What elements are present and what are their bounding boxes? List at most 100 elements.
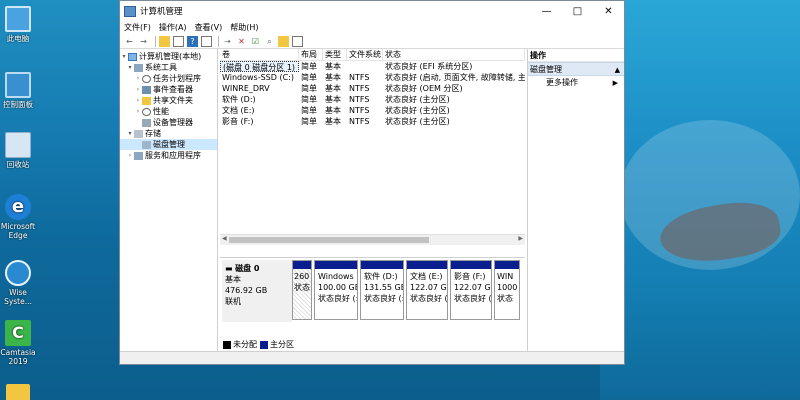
menu-view[interactable]: 查看(V) <box>195 22 223 33</box>
folder-icon[interactable] <box>278 35 289 47</box>
partition-media[interactable]: 影音 (F:) 122.07 GB 状态良好 (: <box>450 260 492 320</box>
folder-icon[interactable] <box>6 384 30 400</box>
partition-bar <box>495 261 519 269</box>
tree-item-shared-folders[interactable]: › 共享文件夹 <box>120 95 217 106</box>
help-icon[interactable]: ? <box>187 35 198 47</box>
expand-toggle[interactable]: › <box>134 84 142 95</box>
back-icon[interactable]: ← <box>124 36 135 47</box>
tree-item-disk-management[interactable]: 磁盘管理 <box>120 139 217 150</box>
tree-item-label: 事件查看器 <box>153 85 193 94</box>
scroll-right-icon[interactable]: ▶ <box>518 235 523 242</box>
table-row[interactable]: 软件 (D:) 简单 基本 NTFS 状态良好 (主分区) <box>220 94 525 105</box>
expand-toggle[interactable]: ▾ <box>120 51 128 62</box>
more-actions-item[interactable]: 更多操作 ▶ <box>528 76 624 90</box>
desktop-icon-label: 控制面板 <box>3 100 33 109</box>
expand-toggle[interactable]: ▾ <box>126 62 134 73</box>
main-content: ▾ 计算机管理(本地) ▾ 系统工具 › 任务计划程序 › 事件查看器 › 共享… <box>120 49 624 351</box>
column-header-filesystem[interactable]: 文件系统 <box>347 49 383 60</box>
delete-icon[interactable]: ✕ <box>236 36 247 47</box>
volume-filesystem <box>347 61 383 72</box>
table-row[interactable]: (磁盘 0 磁盘分区 1) 简单 基本 状态良好 (EFI 系统分区) <box>220 61 525 72</box>
desktop-icon-edge[interactable]: e Microsoft Edge <box>0 194 36 240</box>
tools-icon <box>134 63 143 72</box>
volume-status: 状态良好 (主分区) <box>385 117 450 126</box>
device-manager-icon <box>142 118 151 127</box>
desktop-icon-this-pc[interactable]: 此电脑 <box>0 6 36 43</box>
partition-software[interactable]: 软件 (D:) 131.55 GB 状态良好 (: <box>360 260 404 320</box>
volume-layout: 简单 <box>301 73 317 82</box>
window-controls: — □ ✕ <box>531 1 624 21</box>
services-icon <box>134 151 143 160</box>
desktop-icon-wise-system[interactable]: Wise Syste... <box>0 260 36 306</box>
tree-item-performance[interactable]: › 性能 <box>120 106 217 117</box>
folder-up-icon[interactable] <box>159 35 170 47</box>
partition-documents[interactable]: 文档 (E:) 122.07 GB 状态良好 (: <box>406 260 448 320</box>
desktop-icon-control-panel[interactable]: 控制面板 <box>0 72 36 109</box>
scroll-left-icon[interactable]: ◀ <box>222 235 227 242</box>
disk-info[interactable]: ▬ 磁盘 0 基本 476.92 GB 联机 <box>222 260 292 322</box>
tree-item-task-scheduler[interactable]: › 任务计划程序 <box>120 73 217 84</box>
grid-view-icon[interactable] <box>201 35 212 47</box>
tree-item-label: 磁盘管理 <box>153 140 185 149</box>
volume-table-header: 卷 布局 类型 文件系统 状态 <box>220 49 525 61</box>
table-row[interactable]: 影音 (F:) 简单 基本 NTFS 状态良好 (主分区) <box>220 116 525 127</box>
column-header-layout[interactable]: 布局 <box>299 49 323 60</box>
volume-layout: 简单 <box>301 84 317 93</box>
partition-size: 1000 <box>497 283 518 292</box>
table-row[interactable]: 文档 (E:) 简单 基本 NTFS 状态良好 (主分区) <box>220 105 525 116</box>
desktop-icon-camtasia[interactable]: C Camtasia 2019 <box>0 320 36 366</box>
search-icon[interactable]: ⌕ <box>264 36 275 47</box>
tree-item-device-manager[interactable]: 设备管理器 <box>120 117 217 128</box>
scrollbar-thumb[interactable] <box>229 237 429 243</box>
tree-item-system-tools[interactable]: ▾ 系统工具 <box>120 62 217 73</box>
disk-management-icon <box>142 140 151 149</box>
disk-size: 476.92 GB <box>225 286 268 295</box>
tree-item-label: 任务计划程序 <box>153 74 201 83</box>
toolbar-separator <box>218 35 219 47</box>
collapse-icon[interactable]: ▲ <box>615 63 620 75</box>
partition-title: Windows <box>318 272 354 281</box>
menu-action[interactable]: 操作(A) <box>159 22 187 33</box>
list-icon[interactable] <box>292 35 303 47</box>
table-row[interactable]: WINRE_DRV 简单 基本 NTFS 状态良好 (OEM 分区) <box>220 83 525 94</box>
column-header-type[interactable]: 类型 <box>323 49 347 60</box>
tree-item-root[interactable]: ▾ 计算机管理(本地) <box>120 51 217 62</box>
minimize-button[interactable]: — <box>531 1 562 21</box>
horizontal-scrollbar[interactable]: ◀ ▶ <box>220 234 525 245</box>
column-header-status[interactable]: 状态 <box>383 49 525 60</box>
desktop-icon-label: 回收站 <box>6 160 30 169</box>
computer-icon <box>5 6 31 32</box>
tree-item-label: 存储 <box>145 129 161 138</box>
storage-icon <box>134 129 143 138</box>
computer-icon <box>128 52 137 61</box>
title-bar[interactable]: 计算机管理 — □ ✕ <box>120 1 624 21</box>
expand-toggle[interactable]: › <box>134 95 142 106</box>
column-header-volume[interactable]: 卷 <box>220 49 299 60</box>
connect-icon[interactable]: ⇢ <box>222 36 233 47</box>
volume-type: 基本 <box>325 106 341 115</box>
window-title: 计算机管理 <box>140 7 183 17</box>
check-icon[interactable]: ☑ <box>250 36 261 47</box>
expand-toggle[interactable]: › <box>134 106 142 117</box>
disk-name: 磁盘 0 <box>235 264 260 273</box>
menu-file[interactable]: 文件(F) <box>124 22 151 33</box>
menu-help[interactable]: 帮助(H) <box>230 22 258 33</box>
partition-winre[interactable]: WIN 1000 状态 <box>494 260 520 320</box>
disk-type: 基本 <box>225 275 241 284</box>
table-row[interactable]: Windows-SSD (C:) 简单 基本 NTFS 状态良好 (启动, 页面… <box>220 72 525 83</box>
expand-toggle[interactable]: ▾ <box>126 128 134 139</box>
actions-section-disk-management[interactable]: 磁盘管理 ▲ <box>528 62 624 76</box>
forward-icon[interactable]: → <box>138 36 149 47</box>
close-button[interactable]: ✕ <box>593 1 624 21</box>
maximize-button[interactable]: □ <box>562 1 593 21</box>
tree-item-storage[interactable]: ▾ 存储 <box>120 128 217 139</box>
partition-efi[interactable]: 260 状态 <box>292 260 312 320</box>
expand-toggle[interactable]: › <box>134 73 142 84</box>
tree-item-services-apps[interactable]: › 服务和应用程序 <box>120 150 217 161</box>
tree-item-event-viewer[interactable]: › 事件查看器 <box>120 84 217 95</box>
partition-status: 状态良好 (: <box>454 294 491 303</box>
expand-toggle[interactable]: › <box>126 150 134 161</box>
partition-windows[interactable]: Windows 100.00 GB 状态良好 (: <box>314 260 358 320</box>
properties-icon[interactable] <box>173 35 184 47</box>
desktop-icon-recycle-bin[interactable]: 回收站 <box>0 132 36 169</box>
